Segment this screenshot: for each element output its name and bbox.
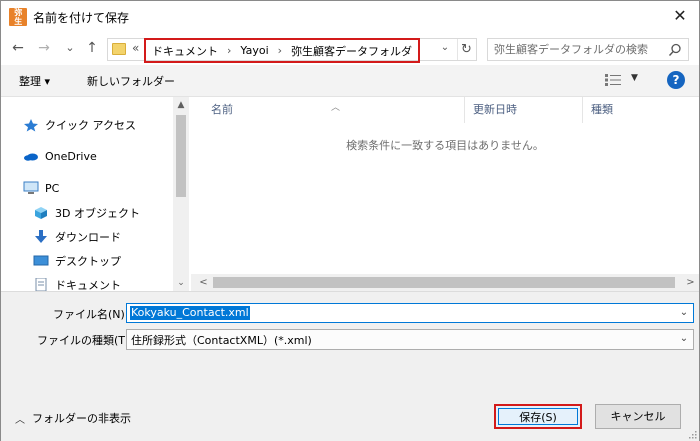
yayoi-app-icon: 弥 生 — [9, 8, 27, 26]
file-list-horizontal-scrollbar[interactable]: < > — [191, 274, 699, 291]
scroll-down-arrow-icon[interactable]: ⌄ — [173, 275, 189, 291]
refresh-button[interactable]: ↻ — [457, 39, 475, 60]
folder-icon — [112, 43, 126, 55]
back-button[interactable]: ← — [9, 39, 27, 57]
save-button[interactable]: 保存(S) — [494, 404, 582, 429]
empty-message: 検索条件に一致する項目はありません。 — [346, 139, 544, 152]
chevron-up-icon: ︿ — [15, 414, 25, 426]
organize-menu-button[interactable]: 整理 ▾ — [19, 73, 50, 89]
filetype-label: ファイルの種類(T): — [37, 334, 134, 347]
breadcrumb-separator-icon[interactable]: › — [278, 44, 282, 57]
resize-grip-icon[interactable] — [687, 429, 697, 439]
filename-field[interactable]: Kokyaku_Contact.xml ⌄ — [126, 303, 694, 323]
nav-pane-scrollbar[interactable]: ▲ ⌄ — [173, 97, 189, 291]
breadcrumb-item[interactable]: Yayoi — [240, 44, 268, 57]
save-options-panel: ファイル名(N): Kokyaku_Contact.xml ⌄ ファイルの種類(… — [1, 291, 699, 441]
column-header-name[interactable]: 名前 ︿ — [191, 97, 465, 123]
star-icon — [24, 119, 38, 132]
breadcrumb-item[interactable]: ドキュメント — [152, 43, 218, 59]
nav-item-onedrive[interactable]: OneDrive — [23, 149, 97, 163]
document-icon — [35, 278, 47, 292]
close-button[interactable]: ✕ — [667, 5, 693, 27]
column-header-modified[interactable]: 更新日時 — [465, 97, 583, 123]
filetype-selected-value: 住所録形式（ContactXML）(*.xml) — [131, 334, 312, 347]
help-button[interactable]: ? — [667, 71, 685, 89]
recent-locations-button[interactable]: ⌄ — [61, 39, 79, 57]
search-input[interactable] — [494, 42, 664, 57]
breadcrumb-separator-icon[interactable]: › — [227, 44, 231, 57]
save-button-label: 保存(S) — [498, 408, 578, 425]
filetype-dropdown-icon[interactable]: ⌄ — [677, 331, 691, 347]
forward-button[interactable]: → — [35, 39, 53, 57]
scroll-right-arrow-icon[interactable]: > — [682, 274, 699, 291]
horizontal-scroll-thumb[interactable] — [213, 277, 675, 288]
computer-icon — [23, 181, 39, 194]
search-box[interactable] — [487, 38, 689, 61]
file-list: 名前 ︿ 更新日時 種類 検索条件に一致する項目はありません。 — [191, 97, 699, 291]
nav-item-downloads[interactable]: ダウンロード — [33, 229, 121, 245]
scroll-thumb[interactable] — [176, 115, 186, 197]
cloud-icon — [24, 153, 38, 161]
filename-dropdown-icon[interactable]: ⌄ — [677, 305, 691, 321]
cancel-button[interactable]: キャンセル — [595, 404, 681, 429]
sort-ascending-icon: ︿ — [331, 103, 341, 113]
filename-input-value[interactable]: Kokyaku_Contact.xml — [130, 306, 250, 320]
command-toolbar: 整理 ▾ 新しいフォルダー ▼ ? — [1, 65, 699, 97]
hide-folders-toggle[interactable]: ︿ フォルダーの非表示 — [15, 410, 131, 426]
breadcrumb-item[interactable]: 弥生顧客データフォルダ — [291, 43, 412, 59]
window-title: 名前を付けて保存 — [33, 11, 130, 25]
navigation-pane: クイック アクセス OneDrive PC 3D オブジェクト ダウンロード デ… — [1, 97, 189, 292]
up-folder-button[interactable]: ↑ — [83, 39, 101, 57]
address-bar[interactable]: « ドキュメント › Yayoi › 弥生顧客データフォルダ ⌄ ↻ — [107, 38, 477, 63]
cube-icon — [35, 207, 47, 219]
search-icon[interactable] — [668, 43, 682, 57]
navigation-row: ← → ⌄ ↑ « ドキュメント › Yayoi › 弥生顧客データフォルダ ⌄… — [1, 33, 699, 65]
nav-item-3d-objects[interactable]: 3D オブジェクト — [33, 205, 140, 221]
scroll-left-arrow-icon[interactable]: < — [195, 274, 212, 291]
nav-item-quick-access[interactable]: クイック アクセス — [23, 117, 136, 133]
nav-item-desktop[interactable]: デスクトップ — [33, 253, 121, 269]
new-folder-button[interactable]: 新しいフォルダー — [87, 73, 175, 89]
column-header-type[interactable]: 種類 — [583, 97, 699, 123]
nav-item-pc[interactable]: PC — [23, 181, 59, 195]
filetype-select[interactable]: 住所録形式（ContactXML）(*.xml) ⌄ — [126, 329, 694, 350]
scroll-up-arrow-icon[interactable]: ▲ — [173, 97, 189, 113]
save-as-dialog: 弥 生 名前を付けて保存 ✕ ← → ⌄ ↑ « ドキュメント › Yayoi … — [0, 0, 700, 441]
overflow-chevron-icon[interactable]: « — [132, 41, 139, 55]
address-dropdown-icon[interactable]: ⌄ — [438, 42, 452, 53]
desktop-icon — [33, 255, 49, 266]
view-dropdown-icon[interactable]: ▼ — [631, 73, 638, 83]
download-icon — [35, 230, 47, 243]
breadcrumb: ドキュメント › Yayoi › 弥生顧客データフォルダ — [144, 38, 421, 63]
filename-label: ファイル名(N): — [53, 308, 129, 321]
view-options-icon[interactable] — [605, 74, 621, 86]
title-bar: 弥 生 名前を付けて保存 ✕ — [1, 1, 699, 33]
